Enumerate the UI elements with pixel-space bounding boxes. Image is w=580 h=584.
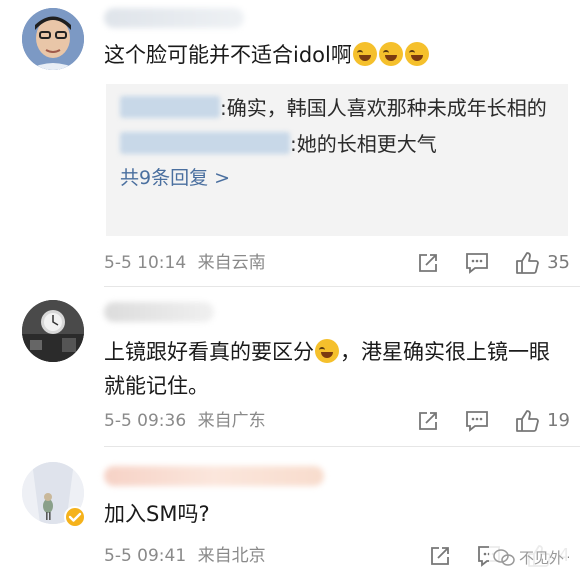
share-icon [419, 412, 437, 430]
timestamp: 5-5 09:41 [104, 546, 187, 566]
source-location: 来自云南 [197, 253, 266, 273]
timestamp: 5-5 10:14 [104, 253, 187, 273]
comment-text: 这个脸可能并不适合idol啊 [104, 38, 564, 72]
comment-icon [466, 411, 488, 432]
comment-text: 加入SM吗? [104, 497, 564, 531]
reply-username-blurred[interactable] [120, 132, 290, 154]
avatar[interactable] [22, 300, 84, 362]
reply-item[interactable]: :确实，韩国人喜欢那种未成年长相的 [120, 92, 554, 124]
comment-text-content: 这个脸可能并不适合idol啊 [104, 43, 352, 67]
wechat-icon [493, 548, 515, 566]
source-location: 来自北京 [197, 546, 266, 566]
source-location: 来自广东 [197, 411, 266, 431]
laugh-cry-emoji [315, 339, 339, 363]
divider [104, 446, 580, 447]
share-icon [430, 547, 449, 565]
laugh-cry-emoji [404, 42, 429, 66]
share-button[interactable] [429, 545, 451, 567]
share-button[interactable] [417, 410, 439, 432]
comment-icon [466, 253, 488, 274]
replies-box[interactable]: :确实，韩国人喜欢那种未成年长相的 :她的长相更大气 共9条回复 > [106, 84, 568, 236]
laugh-cry-emoji [352, 42, 377, 66]
laugh-cry-emoji [378, 42, 403, 66]
watermark-text: 不见外 [518, 549, 564, 567]
reply-username-blurred[interactable] [120, 96, 220, 118]
verified-badge [64, 506, 86, 528]
checkmark-icon [68, 512, 82, 522]
share-button[interactable] [417, 252, 439, 274]
comment-button[interactable] [465, 410, 489, 432]
divider [104, 286, 580, 287]
share-icon [419, 254, 437, 272]
comment-text: 上镜跟好看真的要区分 ，港星确实很上镜一眼就能记住。 [104, 335, 564, 403]
timestamp: 5-5 09:36 [104, 411, 187, 431]
username-blurred[interactable] [104, 302, 214, 322]
comment-meta: 5-5 10:14 来自云南 35 [104, 248, 570, 278]
like-count: 19 [547, 410, 570, 431]
thumbs-up-icon [516, 410, 539, 432]
reply-item[interactable]: :她的长相更大气 [120, 128, 554, 160]
watermark: 不见外 [488, 545, 568, 570]
username-blurred[interactable] [104, 8, 244, 28]
like-button[interactable]: 19 [515, 406, 570, 436]
comment-meta: 5-5 09:36 来自广东 19 [104, 406, 570, 436]
comment-button[interactable] [465, 252, 489, 274]
comment-text-content: 加入SM吗? [104, 502, 210, 526]
thumbs-up-icon [516, 252, 539, 274]
comment-text-content: 上镜跟好看真的要区分 [104, 340, 314, 364]
like-count: 35 [547, 252, 570, 273]
reply-text: :她的长相更大气 [290, 132, 437, 156]
username-blurred[interactable] [104, 466, 324, 486]
like-button[interactable]: 35 [515, 248, 570, 278]
reply-text: :确实，韩国人喜欢那种未成年长相的 [220, 96, 547, 120]
avatar[interactable] [22, 8, 84, 70]
more-replies-link[interactable]: 共9条回复 > [120, 162, 554, 194]
